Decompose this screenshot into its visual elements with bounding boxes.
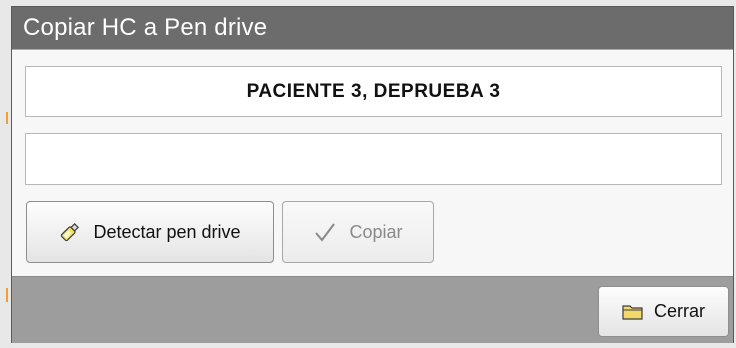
dialog-title: Copiar HC a Pen drive xyxy=(23,14,268,41)
copy-hc-dialog: Copiar HC a Pen drive PACIENTE 3, DEPRUE… xyxy=(11,6,734,343)
detect-pen-drive-button[interactable]: Detectar pen drive xyxy=(26,201,274,263)
title-bar[interactable]: Copiar HC a Pen drive xyxy=(12,7,733,50)
status-field xyxy=(25,133,722,185)
patient-name-box: PACIENTE 3, DEPRUEBA 3 xyxy=(25,66,722,117)
left-window-edge xyxy=(0,0,11,348)
patient-name: PACIENTE 3, DEPRUEBA 3 xyxy=(246,80,501,102)
copy-button[interactable]: Copiar xyxy=(282,201,434,263)
edge-mark xyxy=(6,112,8,124)
close-button-label: Cerrar xyxy=(653,301,705,321)
checkmark-icon xyxy=(313,221,337,243)
folder-icon xyxy=(622,303,644,321)
usb-drive-icon xyxy=(59,221,81,243)
detect-button-label: Detectar pen drive xyxy=(93,221,241,242)
close-button[interactable]: Cerrar xyxy=(598,286,729,337)
copy-button-label: Copiar xyxy=(349,221,403,242)
edge-mark xyxy=(6,288,8,302)
